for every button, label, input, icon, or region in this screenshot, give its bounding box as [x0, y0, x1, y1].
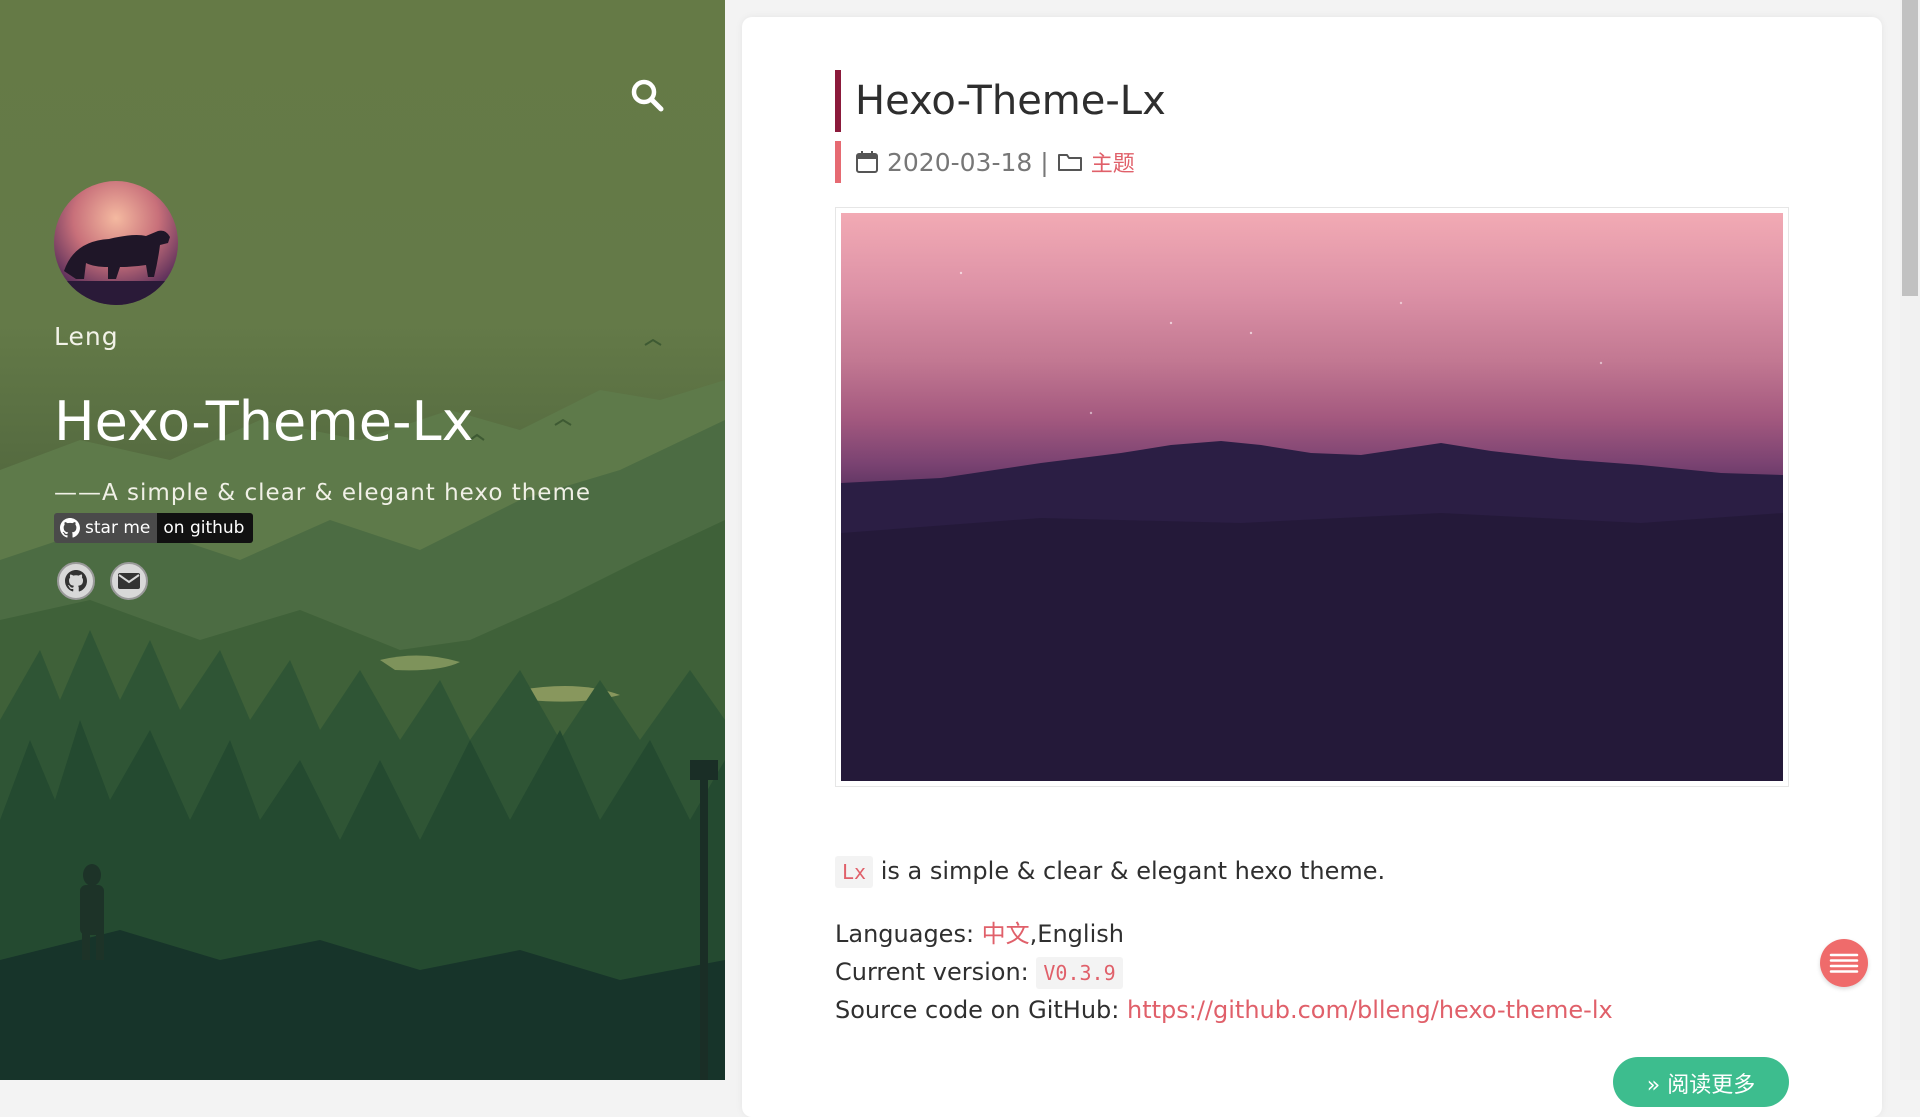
- folder-icon: [1057, 154, 1082, 171]
- post-meta: 2020-03-18 | 主题: [855, 146, 1135, 178]
- social-links: [57, 562, 148, 600]
- github-link[interactable]: [57, 562, 95, 600]
- languages-line: Languages: 中文,English: [835, 915, 1795, 953]
- calendar-icon: [856, 151, 878, 173]
- intro-line: Lx is a simple & clear & elegant hexo th…: [835, 852, 1795, 890]
- chinese-language-link[interactable]: 中文: [982, 920, 1030, 948]
- menu-button[interactable]: [1820, 939, 1868, 987]
- badge-left: star me: [54, 513, 158, 543]
- github-icon: [65, 570, 87, 592]
- post-card: Hexo-Theme-Lx 2020-03-18 | 主题 Lx is a si…: [742, 17, 1882, 1117]
- version-label: Current version:: [835, 958, 1037, 986]
- languages-label: Languages:: [835, 920, 982, 948]
- search-button[interactable]: [628, 76, 666, 114]
- read-more-button[interactable]: » 阅读更多: [1613, 1057, 1789, 1107]
- github-icon: [60, 518, 80, 538]
- meta-separator: |: [1040, 147, 1049, 177]
- search-icon: [631, 79, 664, 112]
- email-icon: [118, 573, 140, 589]
- cover-image-landscape: [841, 271, 1783, 781]
- post-title[interactable]: Hexo-Theme-Lx: [855, 70, 1166, 132]
- post-category-link[interactable]: 主题: [1091, 146, 1135, 178]
- badge-left-label: star me: [85, 518, 151, 538]
- languages-rest: ,English: [1029, 920, 1124, 948]
- post-title-block: Hexo-Theme-Lx: [835, 70, 1166, 132]
- source-line: Source code on GitHub: https://github.co…: [835, 991, 1795, 1029]
- hamburger-menu-icon: [1829, 953, 1859, 973]
- github-source-link[interactable]: https://github.com/blleng/hexo-theme-lx: [1127, 996, 1613, 1024]
- site-subtitle: ——A simple & clear & elegant hexo theme: [54, 480, 592, 506]
- site-title[interactable]: Hexo-Theme-Lx: [54, 390, 474, 453]
- bear-silhouette-image: [54, 230, 178, 305]
- post-date: 2020-03-18: [887, 147, 1033, 177]
- email-link[interactable]: [110, 562, 148, 600]
- cover-image: [841, 213, 1783, 781]
- github-star-badge[interactable]: star me on github: [54, 513, 254, 543]
- sidebar: Leng Hexo-Theme-Lx ——A simple & clear & …: [0, 0, 725, 1080]
- source-label: Source code on GitHub:: [835, 996, 1127, 1024]
- intro-text: is a simple & clear & elegant hexo theme…: [873, 857, 1386, 885]
- post-meta-block: 2020-03-18 | 主题: [835, 141, 1135, 183]
- scrollbar-thumb[interactable]: [1902, 0, 1918, 296]
- post-excerpt: Lx is a simple & clear & elegant hexo th…: [835, 852, 1795, 1029]
- avatar[interactable]: [54, 181, 178, 305]
- lx-code-tag: Lx: [835, 856, 874, 888]
- badge-right-label: on github: [157, 513, 254, 543]
- author-name: Leng: [54, 322, 119, 351]
- version-value: V0.3.9: [1036, 957, 1123, 989]
- cover-image-frame: [835, 207, 1789, 787]
- version-line: Current version: V0.3.9: [835, 953, 1795, 991]
